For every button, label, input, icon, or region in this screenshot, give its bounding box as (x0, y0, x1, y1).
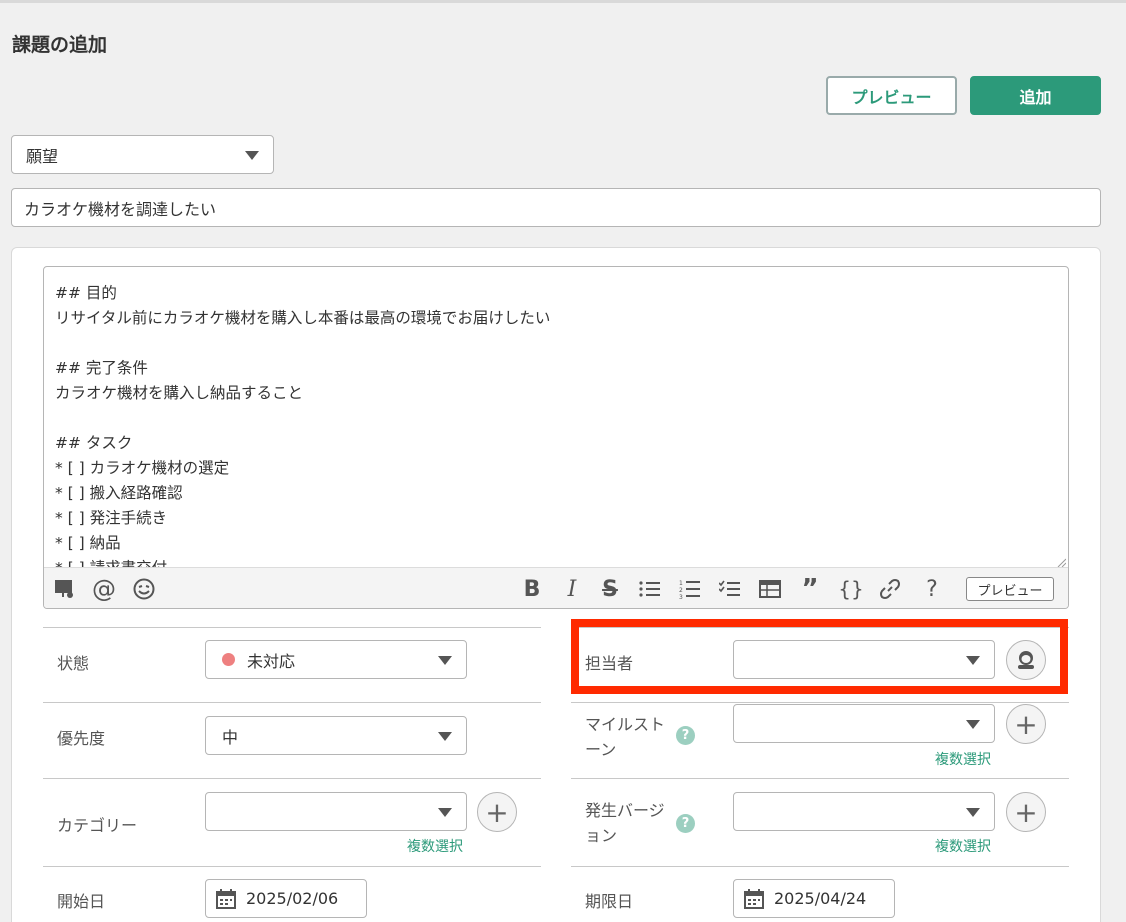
status-value: 未対応 (247, 651, 296, 671)
priority-label: 優先度 (57, 729, 106, 748)
add-category-button[interactable]: + (477, 792, 517, 832)
quote-icon[interactable]: ” (797, 574, 823, 604)
priority-value: 中 (222, 727, 239, 747)
field-divider (43, 866, 541, 867)
milestone-multi-select-link[interactable]: 複数選択 (935, 749, 991, 769)
help-icon[interactable]: ? (919, 576, 945, 602)
calendar-icon (744, 888, 764, 909)
version-multi-select-link[interactable]: 複数選択 (935, 836, 991, 856)
plus-icon: + (1014, 795, 1038, 829)
plus-icon: + (1014, 707, 1038, 741)
field-divider (43, 627, 541, 628)
version-label: 発生バージョン (585, 801, 665, 845)
due-date-input[interactable]: 2025/04/24 (733, 879, 895, 918)
top-divider (0, 0, 1126, 3)
status-select[interactable]: 未対応 (205, 640, 467, 679)
question-icon[interactable]: ? (676, 726, 695, 745)
field-divider (571, 778, 1069, 779)
editor-toolbar: @ B I S 123 ” {} ? プレビュー (44, 567, 1068, 608)
field-divider (43, 778, 541, 779)
plus-icon: + (485, 795, 509, 829)
assignee-highlight-box (571, 619, 1068, 694)
category-multi-select-link[interactable]: 複数選択 (407, 836, 463, 856)
add-version-button[interactable]: + (1006, 792, 1046, 832)
checklist-icon[interactable] (717, 576, 743, 602)
chevron-down-icon (438, 808, 452, 817)
description-editor[interactable]: ## 目的 リサイタル前にカラオケ機材を購入し本番は最高の環境でお届けしたい #… (43, 266, 1069, 609)
issue-type-value: 願望 (26, 146, 59, 166)
calendar-icon (216, 888, 236, 909)
category-select[interactable] (205, 792, 467, 831)
page-title: 課題の追加 (12, 34, 108, 56)
field-divider (571, 866, 1069, 867)
summary-input[interactable]: カラオケ機材を調達したい (11, 188, 1101, 227)
field-divider (43, 702, 541, 703)
issue-type-select[interactable]: 願望 (11, 135, 274, 174)
start-date-value: 2025/02/06 (246, 889, 339, 908)
bold-icon[interactable]: B (519, 576, 545, 602)
milestone-label: マイルストーン (585, 715, 666, 759)
chevron-down-icon (245, 151, 259, 160)
priority-select[interactable]: 中 (205, 716, 467, 755)
bullet-list-icon[interactable] (637, 576, 663, 602)
status-label: 状態 (57, 654, 90, 673)
numbered-list-icon[interactable]: 123 (677, 576, 703, 602)
preview-button[interactable]: プレビュー (826, 76, 957, 115)
add-milestone-button[interactable]: + (1006, 704, 1046, 744)
field-divider (571, 702, 1069, 703)
svg-text:3: 3 (679, 594, 683, 599)
emoji-icon[interactable] (130, 576, 158, 602)
chevron-down-icon (966, 720, 980, 729)
status-color-dot (222, 653, 235, 666)
category-label: カテゴリー (57, 816, 138, 835)
chevron-down-icon (438, 656, 452, 665)
version-select[interactable] (733, 792, 995, 831)
description-textarea[interactable]: ## 目的 リサイタル前にカラオケ機材を購入し本番は最高の環境でお届けしたい #… (55, 281, 1055, 567)
strikethrough-icon[interactable]: S (597, 576, 623, 602)
question-icon[interactable]: ? (676, 814, 695, 833)
resize-handle-icon[interactable] (1056, 557, 1066, 567)
chevron-down-icon (438, 732, 452, 741)
chevron-down-icon (966, 808, 980, 817)
summary-value: カラオケ機材を調達したい (24, 199, 217, 219)
due-date-value: 2025/04/24 (774, 889, 867, 908)
link-icon[interactable] (877, 576, 903, 602)
milestone-select[interactable] (733, 704, 995, 743)
italic-icon[interactable]: I (559, 576, 585, 602)
code-icon[interactable]: {} (837, 576, 865, 602)
start-date-label: 開始日 (57, 892, 106, 911)
svg-text:2: 2 (679, 587, 683, 594)
table-icon[interactable] (757, 576, 783, 602)
add-button[interactable]: 追加 (970, 76, 1101, 115)
mention-icon[interactable]: @ (90, 575, 118, 603)
attach-icon[interactable] (52, 576, 78, 602)
svg-text:1: 1 (679, 580, 683, 587)
start-date-input[interactable]: 2025/02/06 (205, 879, 367, 918)
editor-preview-button[interactable]: プレビュー (966, 577, 1054, 601)
due-date-label: 期限日 (585, 892, 634, 911)
